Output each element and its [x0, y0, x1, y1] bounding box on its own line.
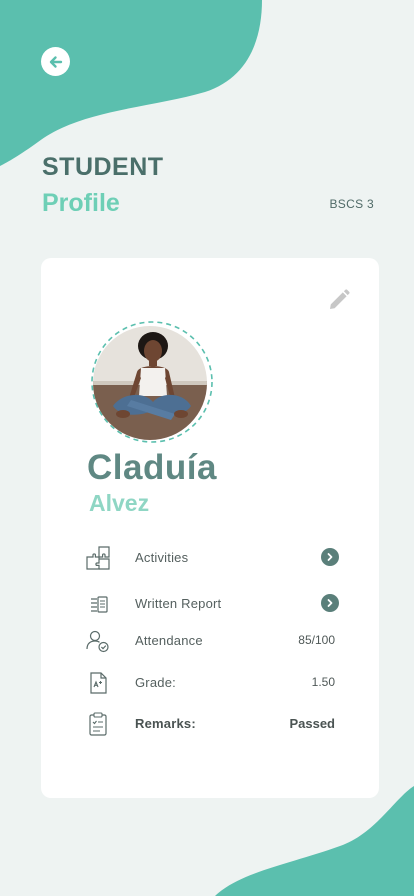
written-report-open-button[interactable]: [321, 594, 339, 612]
written-report-label: Written Report: [135, 596, 222, 611]
avatar: [93, 326, 207, 440]
profile-card: Claduía Alvez Activities Written Report: [41, 258, 379, 798]
report-list-icon: [91, 596, 108, 613]
student-photo: [93, 326, 207, 440]
attendance-label: Attendance: [135, 633, 203, 648]
page-subtitle: Profile: [42, 189, 120, 217]
attendance-value: 85/100: [298, 633, 335, 647]
remarks-value: Passed: [289, 716, 335, 731]
arrow-left-icon: [49, 55, 62, 68]
grade-document-icon: [90, 672, 107, 694]
puzzle-icon: [86, 546, 110, 570]
user-check-icon: [86, 630, 109, 653]
back-button[interactable]: [41, 47, 70, 76]
clipboard-icon: [89, 712, 107, 736]
activities-row[interactable]: Activities: [41, 542, 379, 572]
footer-wave-shape: [215, 786, 414, 896]
written-report-row[interactable]: Written Report: [41, 588, 379, 618]
chevron-right-icon: [327, 553, 333, 561]
attendance-row: Attendance 85/100: [41, 625, 379, 655]
grade-value: 1.50: [311, 675, 335, 689]
activities-label: Activities: [135, 550, 189, 565]
activities-open-button[interactable]: [321, 548, 339, 566]
class-code-label: BSCS 3: [329, 197, 374, 211]
grade-row: Grade: 1.50: [41, 667, 379, 697]
grade-label: Grade:: [135, 675, 176, 690]
remarks-label: Remarks:: [135, 716, 196, 731]
page-title: STUDENT: [42, 153, 164, 181]
chevron-right-icon: [327, 599, 333, 607]
student-first-name: Claduía: [87, 448, 217, 487]
pencil-icon[interactable]: [327, 288, 351, 312]
remarks-row: Remarks: Passed: [41, 708, 379, 738]
student-last-name: Alvez: [89, 490, 150, 516]
